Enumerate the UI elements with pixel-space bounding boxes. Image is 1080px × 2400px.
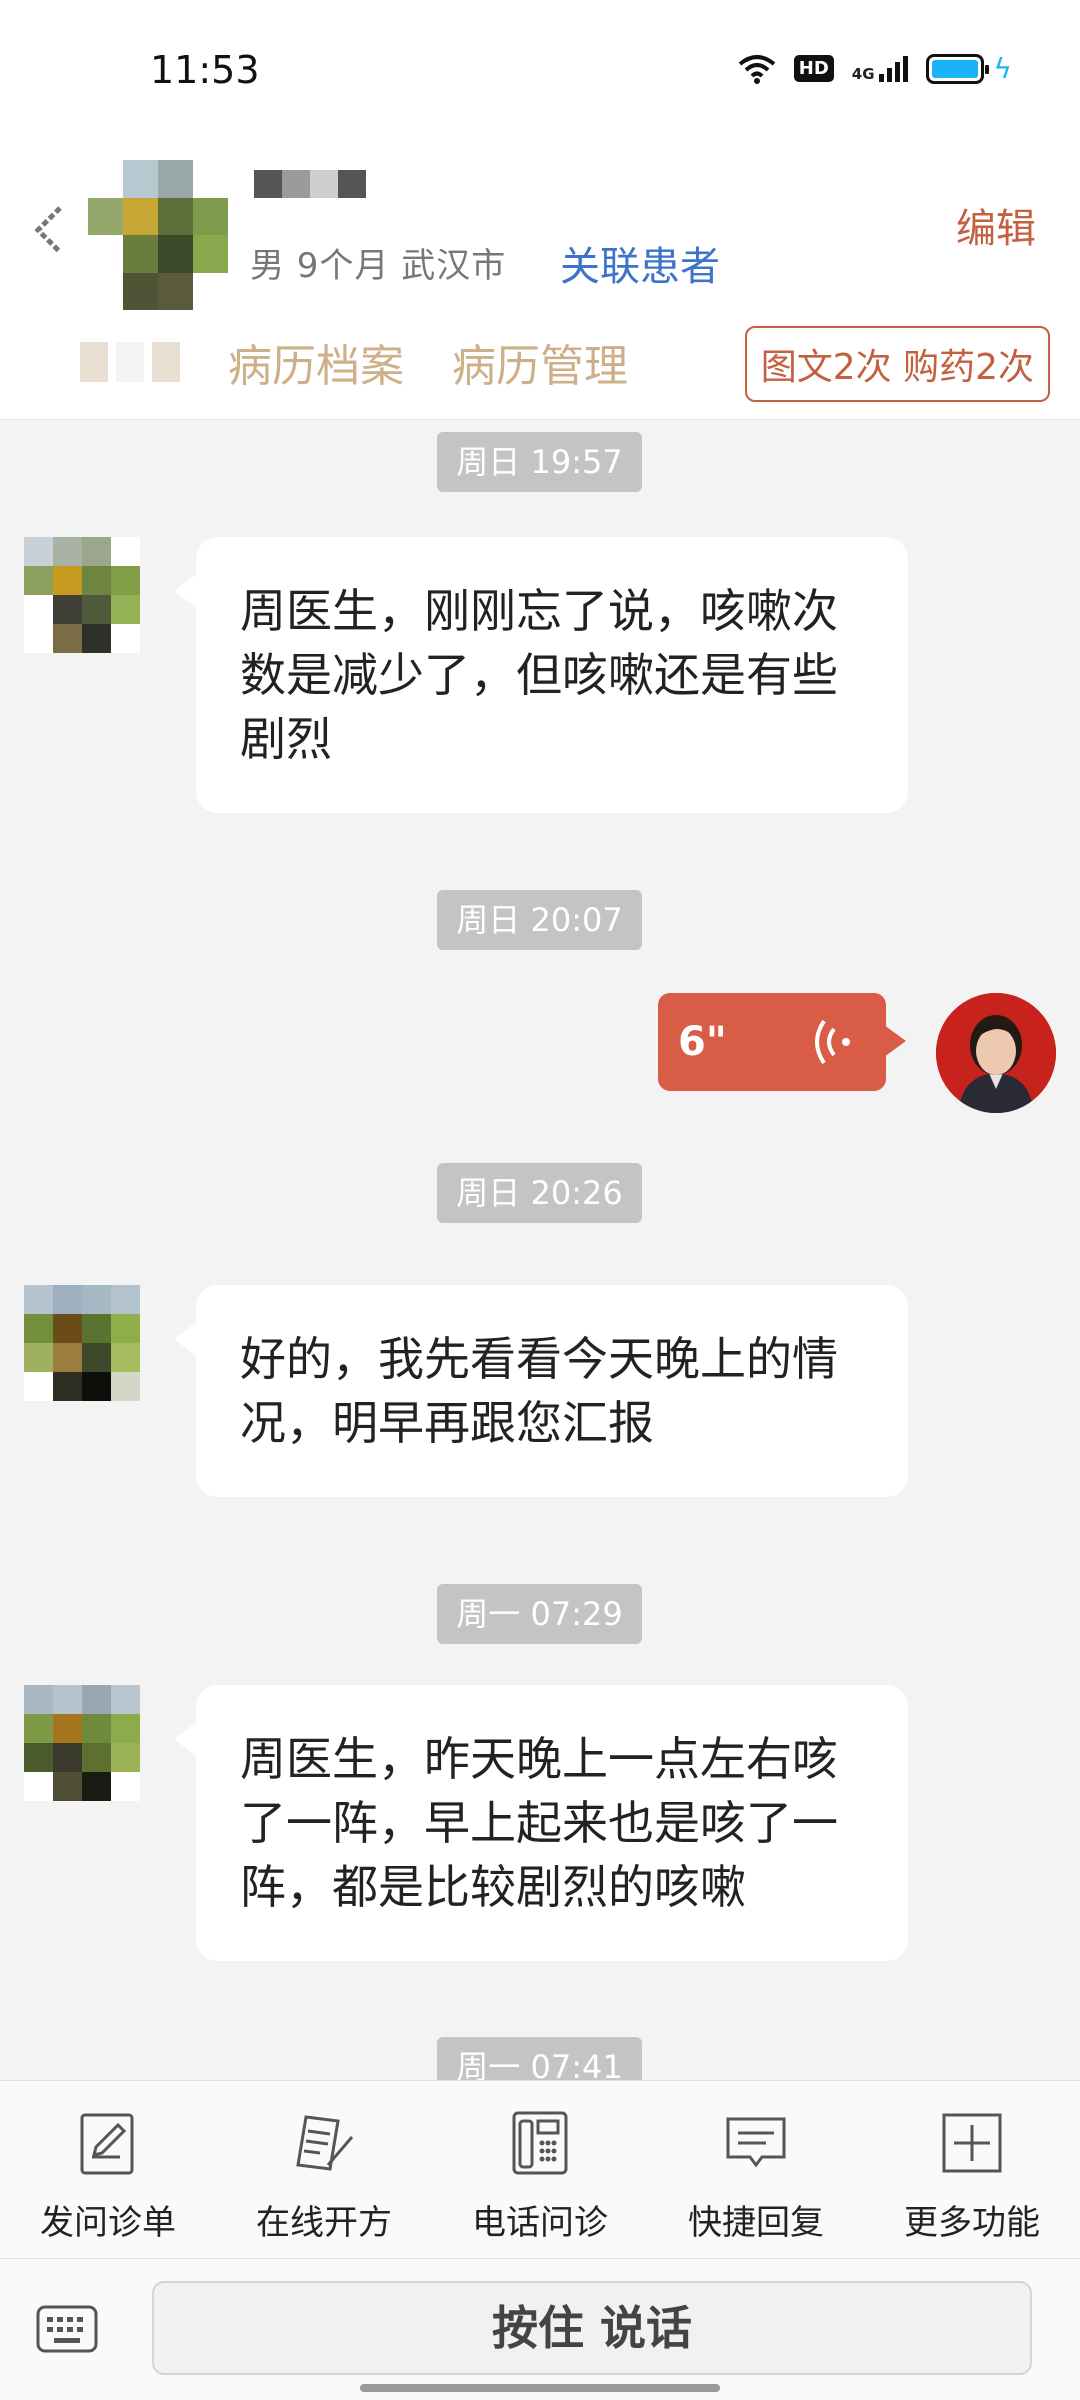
- patient-avatar-small[interactable]: [24, 537, 140, 653]
- voice-wave-icon: [815, 1019, 850, 1065]
- hd-badge: HD: [793, 55, 834, 82]
- chat-bubble-icon: [726, 2117, 786, 2168]
- patient-info: 男 9个月 武汉市: [250, 246, 507, 286]
- home-indicator[interactable]: [360, 2384, 720, 2392]
- input-bar: 按住 说话: [0, 2258, 1080, 2400]
- action-toolbar: 发问诊单 在线开方 电话问诊 快捷回复 更多功能: [0, 2080, 1080, 2258]
- quick-reply-button[interactable]: 快捷回复: [648, 2081, 864, 2258]
- patient-name-mosaic: [254, 170, 366, 198]
- message-text: 好的，我先看看今天晚上的情况，明早再跟您汇报: [240, 1332, 838, 1450]
- service-count-badge[interactable]: 图文2次 购药2次: [744, 326, 1050, 402]
- consult-form-button[interactable]: 发问诊单: [0, 2081, 216, 2258]
- message-bubble[interactable]: 好的，我先看看今天晚上的情况，明早再跟您汇报: [174, 1285, 908, 1497]
- chat-header: 男 9个月 武汉市 关联患者 编辑 病历档案 病历管理 图文2次 购药2次: [0, 130, 1080, 420]
- phone-icon: [512, 2111, 568, 2175]
- form-icon: [80, 2113, 134, 2175]
- doctor-photo-icon: [936, 993, 1056, 1113]
- status-icons: HD 4G ϟ: [738, 52, 1012, 85]
- patient-avatar-small[interactable]: [24, 1685, 140, 1801]
- status-bar: 11:53 HD 4G ϟ: [0, 0, 1080, 130]
- timestamp: 周一 07:29: [437, 1584, 642, 1644]
- charging-icon: ϟ: [993, 52, 1012, 85]
- tab-mosaic[interactable]: [80, 342, 180, 382]
- message-bubble[interactable]: 周医生，昨天晚上一点左右咳了一阵，早上起来也是咳了一阵，都是比较剧烈的咳嗽: [174, 1685, 908, 1961]
- prescription-icon: [296, 2115, 354, 2171]
- battery-icon: [925, 53, 989, 84]
- online-prescription-button[interactable]: 在线开方: [216, 2081, 432, 2258]
- signal-icon: 4G: [851, 55, 908, 83]
- more-functions-button[interactable]: 更多功能: [864, 2081, 1080, 2258]
- message-text: 周医生，昨天晚上一点左右咳了一阵，早上起来也是咳了一阵，都是比较剧烈的咳嗽: [240, 1732, 838, 1914]
- tool-label: 在线开方: [256, 2203, 392, 2243]
- tab-records-management[interactable]: 病历管理: [452, 330, 628, 394]
- hold-to-talk-button[interactable]: 按住 说话: [152, 2281, 1032, 2375]
- tool-label: 发问诊单: [40, 2203, 176, 2243]
- clock: 11:53: [150, 48, 260, 92]
- timestamp: 周日 19:57: [437, 432, 642, 492]
- wifi-icon: [738, 54, 776, 84]
- network-type: 4G: [851, 64, 875, 83]
- tab-medical-records[interactable]: 病历档案: [228, 330, 404, 394]
- header-tabs: 病历档案 病历管理: [80, 330, 628, 394]
- voice-message[interactable]: 6": [658, 993, 906, 1091]
- timestamp: 周日 20:26: [437, 1163, 642, 1223]
- tool-label: 快捷回复: [688, 2203, 824, 2243]
- patient-avatar-small[interactable]: [24, 1285, 140, 1401]
- voice-duration: 6": [678, 1019, 727, 1065]
- chat-area[interactable]: 周日 19:57 周医生，刚刚忘了说，咳嗽次数是减少了，但咳嗽还是有些剧烈 周日…: [0, 421, 1080, 2081]
- message-text: 周医生，刚刚忘了说，咳嗽次数是减少了，但咳嗽还是有些剧烈: [240, 584, 838, 766]
- plus-icon: [942, 2113, 1002, 2173]
- link-patient-button[interactable]: 关联患者: [560, 234, 720, 292]
- phone-consult-button[interactable]: 电话问诊: [432, 2081, 648, 2258]
- message-bubble[interactable]: 周医生，刚刚忘了说，咳嗽次数是减少了，但咳嗽还是有些剧烈: [174, 537, 908, 813]
- timestamp: 周一 07:41: [437, 2037, 642, 2081]
- edit-button[interactable]: 编辑: [956, 196, 1036, 254]
- back-icon[interactable]: [30, 200, 70, 260]
- timestamp: 周日 20:07: [437, 890, 642, 950]
- tool-label: 电话问诊: [472, 2203, 608, 2243]
- keyboard-icon[interactable]: [36, 2305, 98, 2353]
- tool-label: 更多功能: [904, 2203, 1040, 2243]
- doctor-avatar[interactable]: [936, 993, 1056, 1113]
- patient-avatar[interactable]: [88, 160, 228, 310]
